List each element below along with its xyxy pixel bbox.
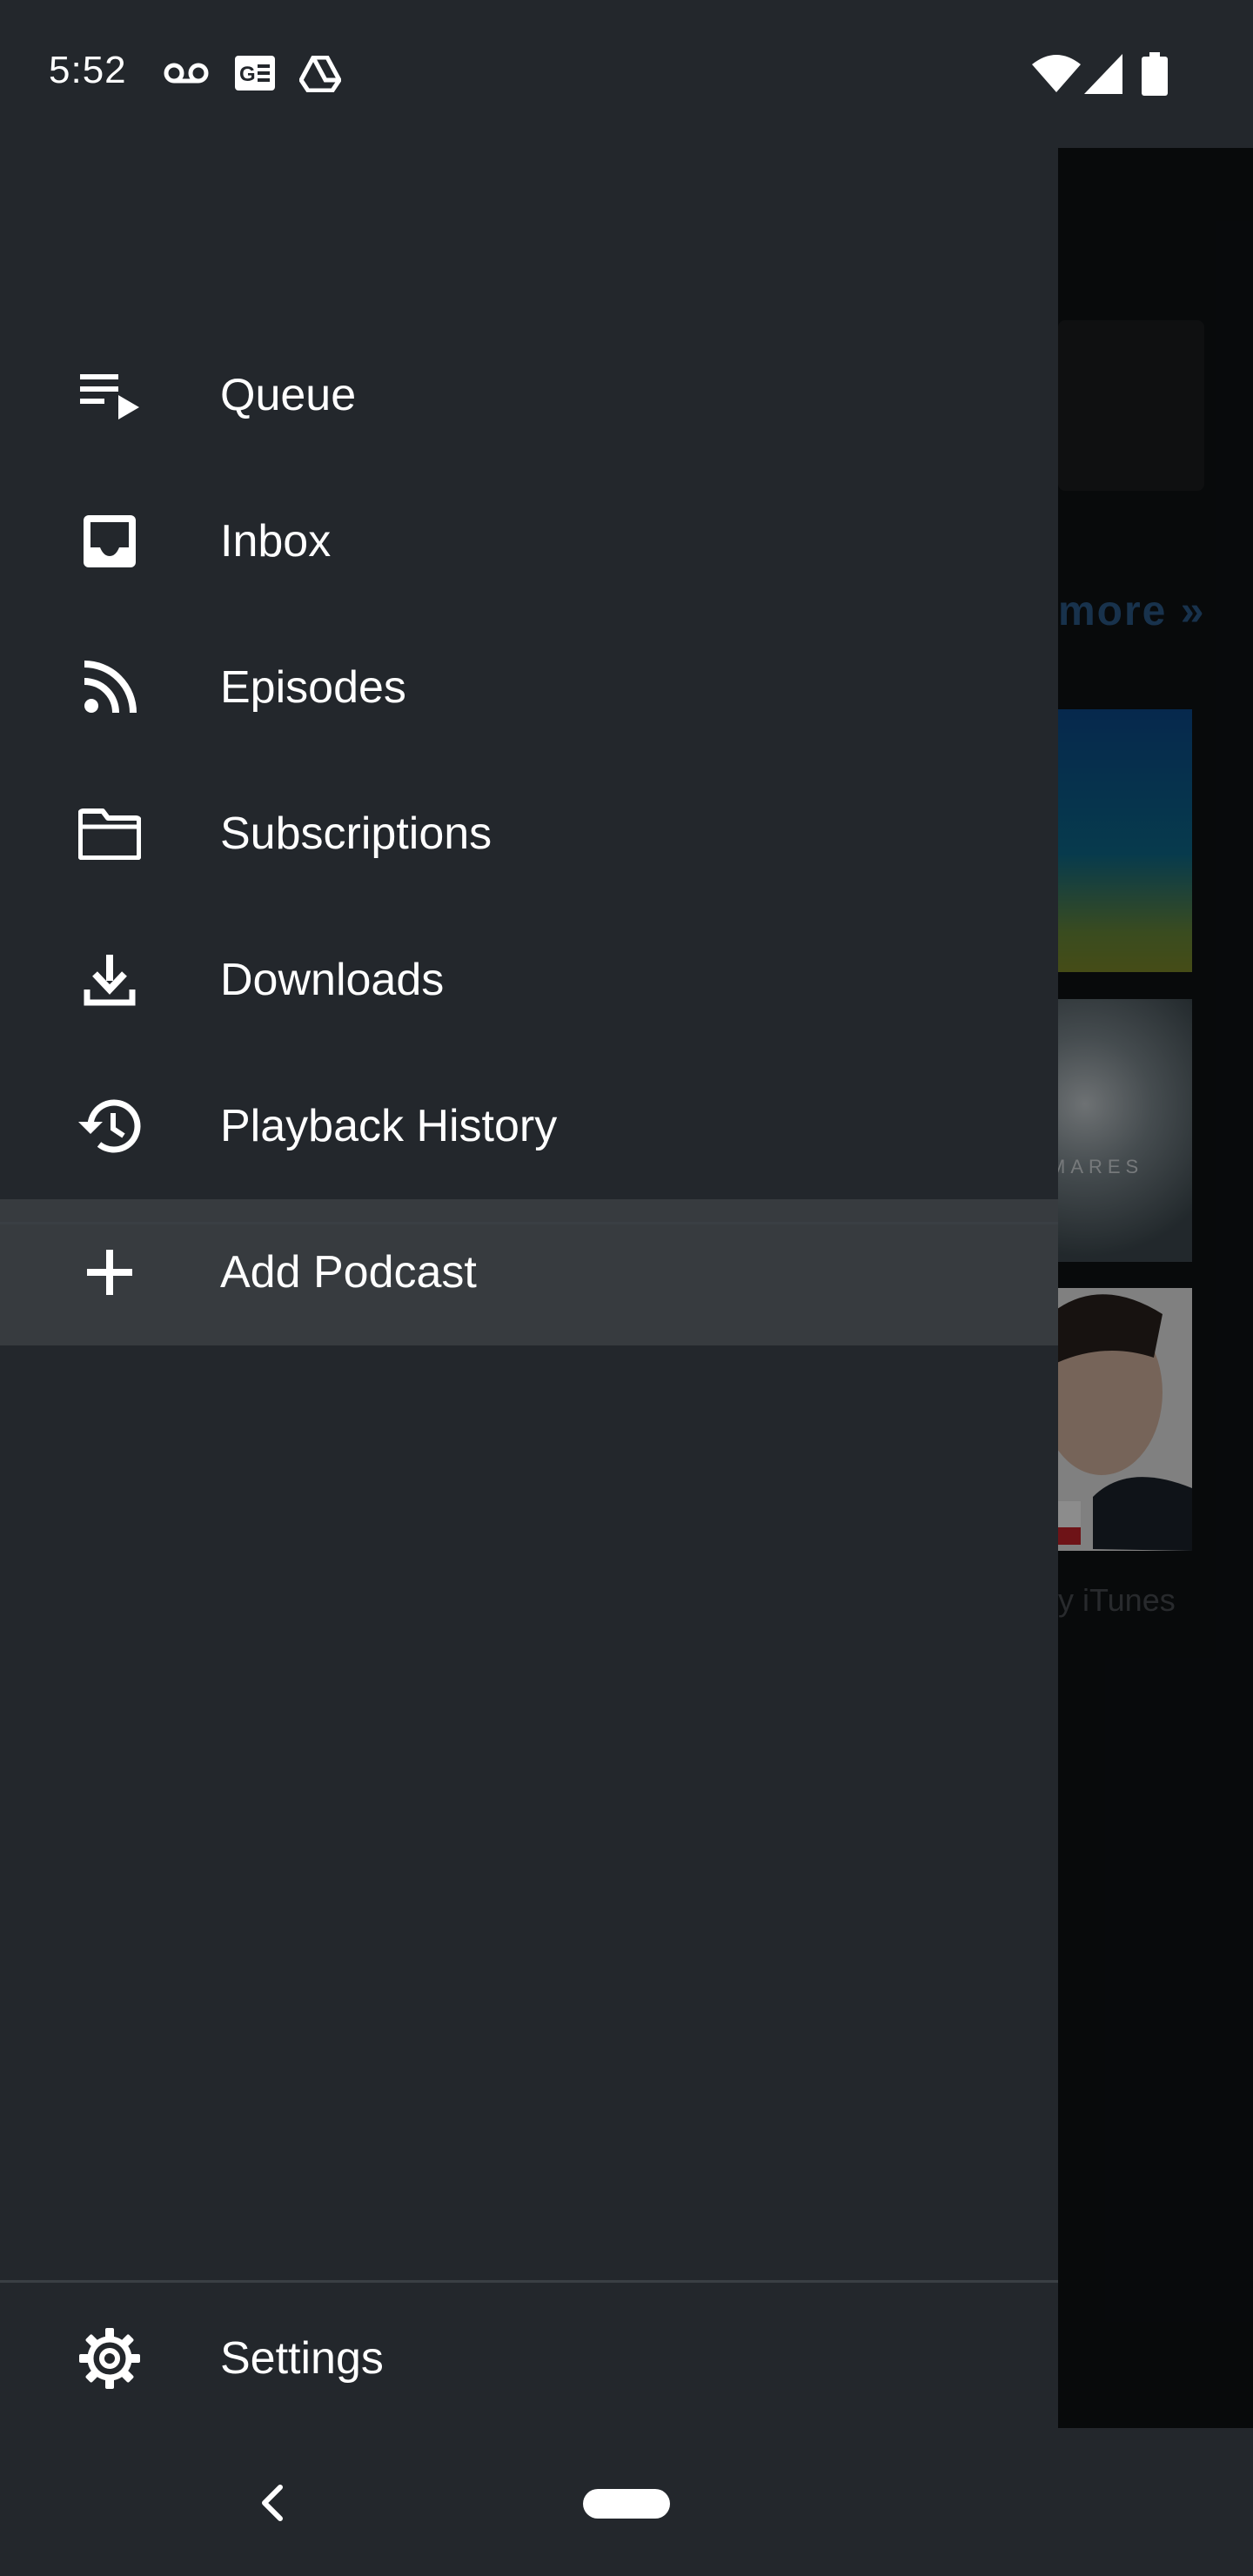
drawer-item-playback-history[interactable]: Playback History bbox=[0, 1053, 1058, 1199]
drive-icon bbox=[299, 56, 341, 92]
drawer-item-subscriptions[interactable]: Subscriptions bbox=[0, 761, 1058, 907]
download-icon bbox=[75, 945, 144, 1015]
drawer-item-label: Settings bbox=[220, 2333, 384, 2384]
status-time: 5:52 bbox=[49, 49, 127, 91]
drawer-item-label: Inbox bbox=[220, 516, 332, 567]
inbox-icon bbox=[75, 506, 144, 576]
voicemail-icon bbox=[164, 63, 209, 84]
drawer-item-label: Add Podcast bbox=[220, 1247, 477, 1298]
svg-text:G: G bbox=[239, 63, 256, 86]
status-bar: 5:52 G bbox=[0, 0, 1253, 148]
back-icon[interactable] bbox=[258, 2484, 287, 2522]
drawer-item-episodes[interactable]: Episodes bbox=[0, 614, 1058, 761]
history-icon bbox=[75, 1091, 144, 1161]
wifi-icon bbox=[1032, 55, 1081, 92]
drawer-item-label: Downloads bbox=[220, 955, 445, 1005]
drawer-item-label: Episodes bbox=[220, 662, 406, 713]
drawer-scrim[interactable] bbox=[1058, 148, 1253, 2428]
drawer-item-settings[interactable]: Settings bbox=[0, 2285, 1058, 2432]
drawer-item-label: Playback History bbox=[220, 1101, 558, 1151]
rss-icon bbox=[75, 653, 144, 722]
divider bbox=[0, 2280, 1058, 2283]
plus-icon bbox=[75, 1238, 144, 1307]
home-pill-icon[interactable] bbox=[583, 2489, 670, 2519]
folder-icon bbox=[75, 799, 144, 869]
drawer-item-label: Queue bbox=[220, 370, 357, 420]
news-icon: G bbox=[235, 56, 275, 91]
system-nav-bar bbox=[0, 2428, 1253, 2576]
drawer-item-inbox[interactable]: Inbox bbox=[0, 468, 1058, 614]
navigation-drawer: Queue Inbox Episodes Subscriptions Downl… bbox=[0, 148, 1058, 2428]
queue-icon bbox=[75, 360, 144, 430]
drawer-item-queue[interactable]: Queue bbox=[0, 322, 1058, 468]
battery-icon bbox=[1142, 52, 1168, 96]
signal-icon bbox=[1084, 54, 1122, 94]
drawer-item-label: Subscriptions bbox=[220, 808, 492, 859]
drawer-item-downloads[interactable]: Downloads bbox=[0, 907, 1058, 1053]
divider bbox=[0, 1222, 1058, 1224]
gear-icon bbox=[75, 2324, 144, 2393]
